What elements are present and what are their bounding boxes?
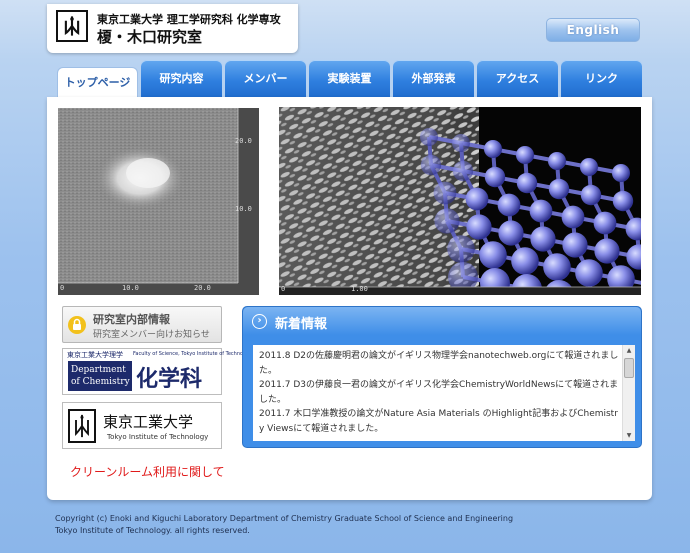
scroll-down-arrow-icon[interactable]: ▼: [623, 430, 635, 441]
news-header: › 新着情報: [243, 307, 641, 335]
news-item: 2011.8 D2の佐藤慶明君の論文がイギリス物理学会nanotechweb.o…: [259, 351, 619, 376]
tab-top-page[interactable]: トップページ: [57, 67, 138, 100]
footer-line2: Tokyo Institute of Technology. all right…: [55, 526, 250, 535]
news-item: 2011.7 D3の伊藤良一君の論文がイギリス化学会ChemistryWorld…: [259, 380, 619, 405]
afm-tick-right-20: 20.0: [235, 137, 252, 145]
tab-access[interactable]: アクセス: [477, 60, 558, 98]
afm-tick-bottom-10: 10.0: [122, 284, 139, 292]
footer-line1: Copyright (c) Enoki and Kiguchi Laborato…: [55, 514, 514, 523]
chem-jp-small-text: 東京工業大学理学: [67, 351, 123, 359]
chem-faculty-text: Faculty of Science, Tokyo Institute of T…: [133, 351, 254, 357]
news-list-box[interactable]: 2011.8 D2の佐藤慶明君の論文がイギリス物理学会nanotechweb.o…: [253, 345, 635, 441]
university-department-title: 東京工業大学 理工学研究科 化学専攻: [97, 13, 281, 26]
news-title: 新着情報: [275, 317, 328, 332]
titech-emblem-icon: [68, 409, 96, 443]
tab-presentations[interactable]: 外部発表: [393, 60, 474, 98]
internal-info-title: 研究室内部情報: [93, 313, 170, 326]
afm-scan-image: 20.0 10.0 0 10.0 20.0: [58, 108, 259, 295]
chem-kagaku-text: 化学科: [136, 366, 203, 392]
nanostructure-image: 0 1.00: [279, 107, 641, 295]
news-scrollbar[interactable]: ▲ ▼: [622, 345, 635, 441]
afm-tick-bottom-0: 0: [60, 284, 65, 292]
tab-members[interactable]: メンバー: [225, 60, 306, 98]
lab-logo[interactable]: 東京工業大学 理工学研究科 化学専攻 榎・木口研究室: [47, 4, 298, 53]
news-list: 2011.8 D2の佐藤慶明君の論文がイギリス物理学会nanotechweb.o…: [259, 349, 619, 436]
news-item: 2011.7 木口学准教授の論文がNature Asia Materials の…: [259, 409, 618, 434]
chem-dept-line1: Department: [71, 365, 126, 375]
news-panel: › 新着情報 2011.8 D2の佐藤慶明君の論文がイギリス物理学会nanote…: [242, 306, 642, 448]
cleanroom-usage-link[interactable]: クリーンルーム利用に関して: [70, 463, 225, 480]
lock-icon: [68, 316, 86, 334]
internal-info-subtitle: 研究室メンバー向けお知らせ: [93, 330, 210, 340]
molecule-tick-bottom-0: 0: [281, 285, 286, 293]
department-of-chemistry-banner[interactable]: 東京工業大学理学 Faculty of Science, Tokyo Insti…: [62, 348, 254, 395]
titech-logo-icon: [56, 10, 88, 42]
english-button[interactable]: English: [546, 18, 640, 42]
tab-links[interactable]: リンク: [561, 60, 642, 98]
molecule-tick-bottom-1: 1.00: [351, 285, 368, 293]
afm-tick-bottom-20: 20.0: [194, 284, 211, 292]
titech-jp-name: 東京工業大学: [103, 413, 194, 431]
titech-en-name: Tokyo Institute of Technology: [107, 433, 209, 441]
lab-name: 榎・木口研究室: [97, 28, 203, 46]
chevron-right-icon: ›: [252, 314, 267, 329]
afm-tick-right-10: 10.0: [235, 205, 252, 213]
tab-equipment[interactable]: 実験装置: [309, 60, 390, 98]
internal-info-link[interactable]: 研究室内部情報 研究室メンバー向けお知らせ: [62, 306, 222, 343]
scroll-up-arrow-icon[interactable]: ▲: [623, 345, 635, 356]
scroll-thumb[interactable]: [624, 358, 634, 378]
tab-research[interactable]: 研究内容: [141, 60, 222, 98]
chem-dept-label: Department of Chemistry: [68, 361, 132, 391]
titech-banner[interactable]: 東京工業大学 Tokyo Institute of Technology: [62, 402, 222, 449]
chem-dept-line2: of Chemistry: [71, 377, 130, 387]
footer-copyright: Copyright (c) Enoki and Kiguchi Laborato…: [55, 513, 513, 537]
